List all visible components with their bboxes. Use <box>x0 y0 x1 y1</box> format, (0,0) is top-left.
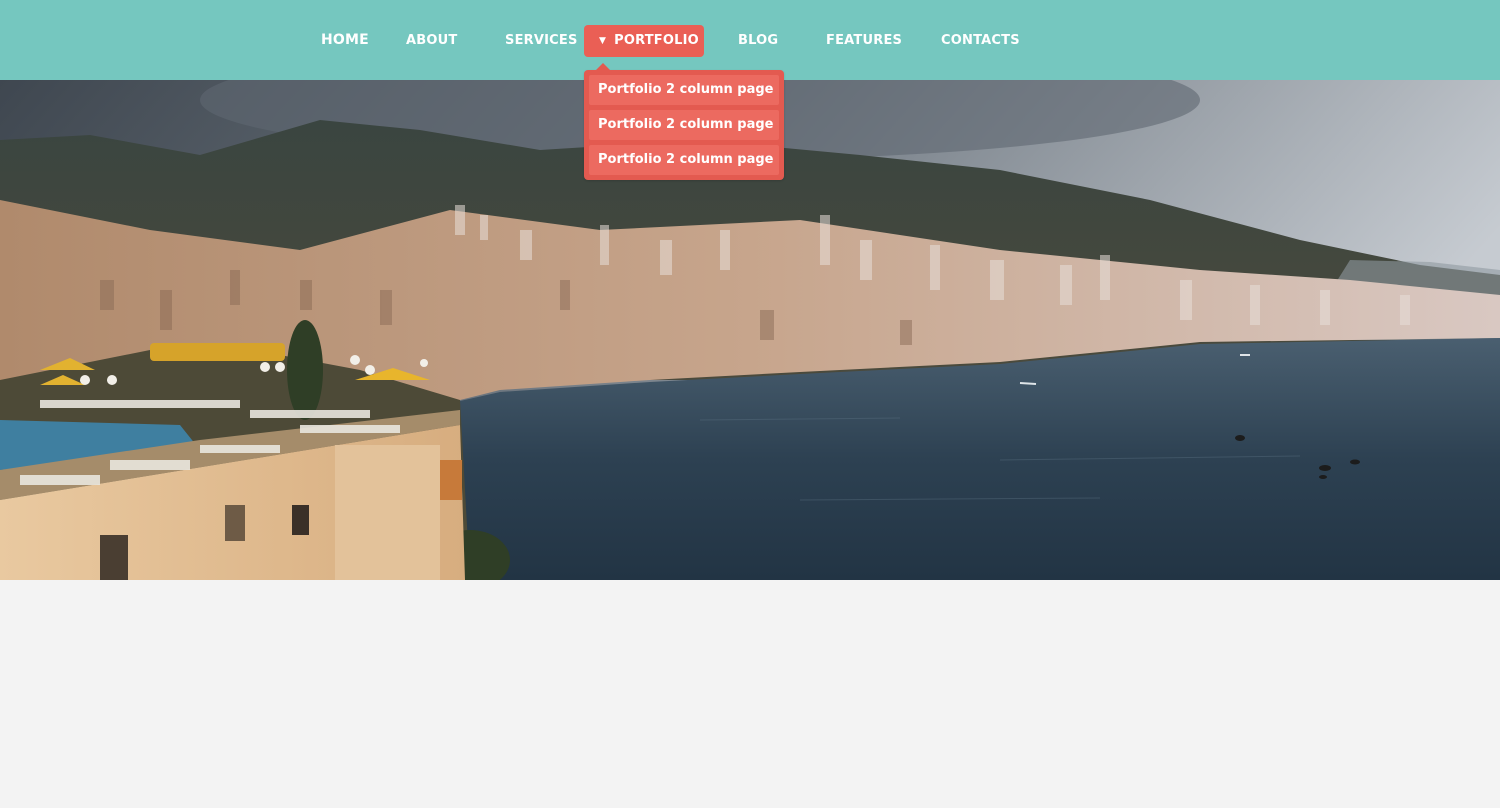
dropdown-item-portfolio-2-column-2[interactable]: Portfolio 2 column page <box>589 110 779 140</box>
nav-item-about[interactable]: ABOUT <box>406 25 457 57</box>
dropdown-item-portfolio-2-column-1[interactable]: Portfolio 2 column page <box>589 75 779 105</box>
main-nav: HOME ABOUT SERVICES ▼ PORTFOLIO BLOG FEAT… <box>0 0 1500 80</box>
top-navigation-bar: HOME ABOUT SERVICES ▼ PORTFOLIO BLOG FEAT… <box>0 0 1500 80</box>
nav-item-features[interactable]: FEATURES <box>826 25 902 57</box>
dropdown-item-portfolio-2-column-3[interactable]: Portfolio 2 column page <box>589 145 779 175</box>
nav-item-blog[interactable]: BLOG <box>738 25 778 57</box>
nav-item-portfolio[interactable]: ▼ PORTFOLIO <box>584 25 704 57</box>
nav-item-services[interactable]: SERVICES <box>505 25 578 57</box>
nav-item-portfolio-label: PORTFOLIO <box>614 33 699 48</box>
page-content-area <box>0 580 1500 808</box>
nav-item-contacts[interactable]: CONTACTS <box>941 25 1020 57</box>
nav-item-home[interactable]: HOME <box>321 24 369 56</box>
portfolio-dropdown-menu: Portfolio 2 column page Portfolio 2 colu… <box>584 63 784 180</box>
caret-down-icon: ▼ <box>599 36 607 46</box>
